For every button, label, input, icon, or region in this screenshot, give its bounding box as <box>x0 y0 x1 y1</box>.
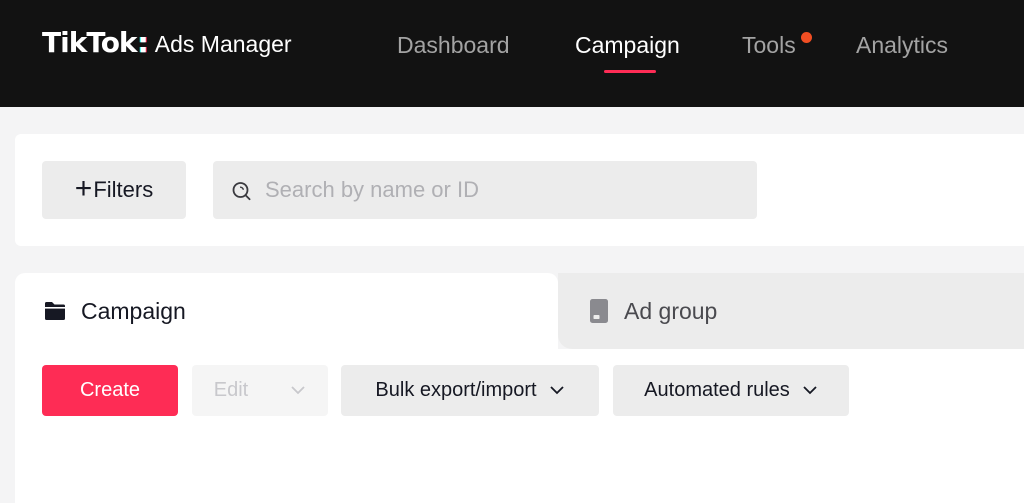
bulk-export-import-label: Bulk export/import <box>375 379 536 402</box>
folder-icon <box>43 300 67 322</box>
chevron-down-icon <box>549 385 565 395</box>
bulk-export-import-button[interactable]: Bulk export/import <box>341 365 599 416</box>
tools-notification-dot <box>801 32 812 43</box>
tab-ad-group-label: Ad group <box>624 298 717 325</box>
chevron-down-icon <box>290 385 306 395</box>
plus-icon: + <box>75 174 93 204</box>
nav-active-indicator <box>604 70 656 73</box>
nav-analytics[interactable]: Analytics <box>856 32 948 59</box>
filters-button-label: Filters <box>93 177 153 203</box>
search-icon <box>231 180 253 202</box>
tiktok-ads-manager-logo[interactable]: TikTok : Ads Manager <box>42 26 292 59</box>
logo-colon: : <box>138 26 149 59</box>
top-navigation-bar: TikTok : Ads Manager Dashboard Campaign … <box>0 0 1024 107</box>
tab-campaign-label: Campaign <box>81 298 186 325</box>
nav-tools[interactable]: Tools <box>742 32 796 59</box>
ad-group-icon <box>588 298 610 324</box>
logo-product-name: Ads Manager <box>155 31 292 58</box>
tab-ad-group[interactable]: Ad group <box>558 273 1024 349</box>
chevron-down-icon <box>802 385 818 395</box>
automated-rules-button[interactable]: Automated rules <box>613 365 849 416</box>
logo-wordmark: TikTok <box>42 26 137 59</box>
search-input[interactable] <box>265 161 745 219</box>
automated-rules-label: Automated rules <box>644 379 790 402</box>
edit-dropdown-button[interactable]: Edit <box>192 365 328 416</box>
filters-button[interactable]: + Filters <box>42 161 186 219</box>
nav-campaign[interactable]: Campaign <box>575 32 680 59</box>
nav-dashboard[interactable]: Dashboard <box>397 32 510 59</box>
create-button[interactable]: Create <box>42 365 178 416</box>
tab-campaign[interactable]: Campaign <box>15 273 558 349</box>
edit-button-label: Edit <box>214 379 248 402</box>
search-box[interactable] <box>213 161 757 219</box>
